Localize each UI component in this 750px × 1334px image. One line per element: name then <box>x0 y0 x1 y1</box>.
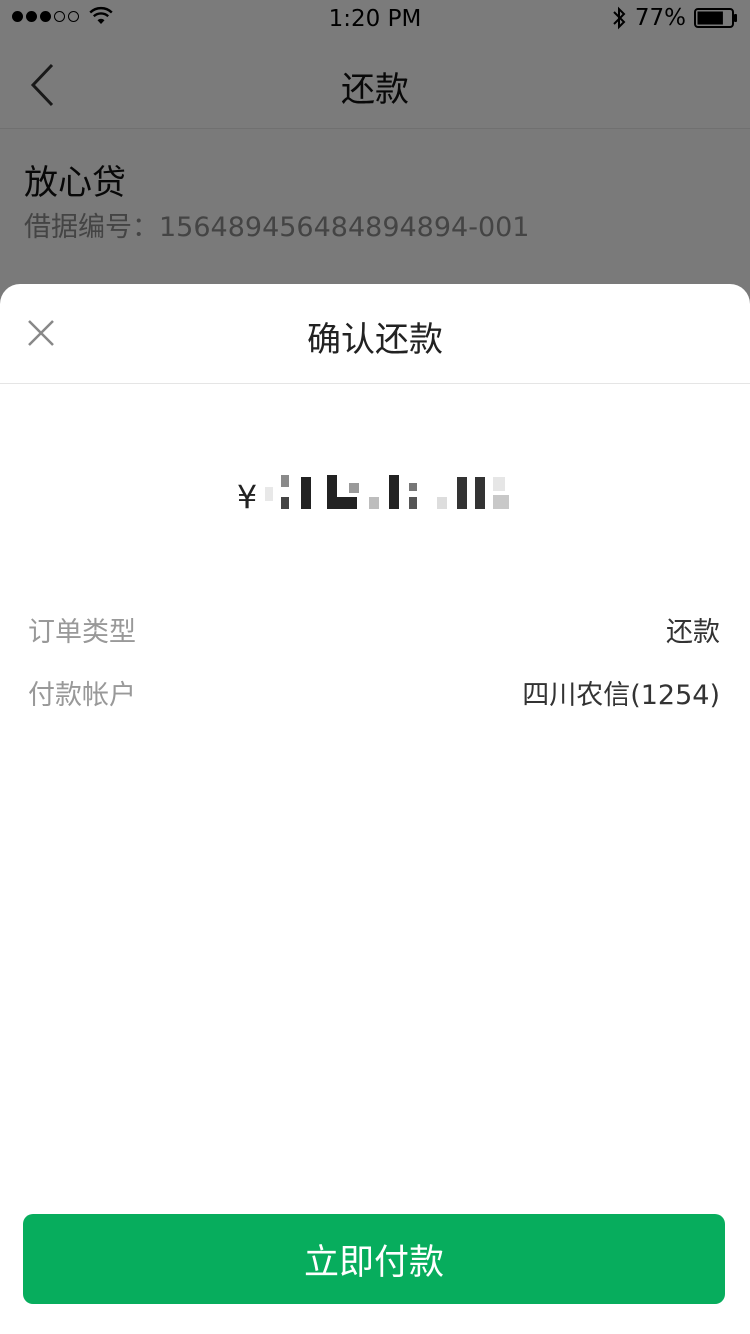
detail-value: 还款 <box>666 617 720 648</box>
sheet-title: 确认还款 <box>307 320 443 360</box>
pay-now-button[interactable]: 立即付款 <box>23 1214 725 1304</box>
sheet-header: 确认还款 <box>0 284 750 384</box>
detail-row-pay-account: 付款帐户 四川农信(1254) <box>28 673 720 713</box>
amount-redacted <box>265 475 510 509</box>
detail-label: 订单类型 <box>28 617 136 648</box>
detail-value: 四川农信(1254) <box>522 680 720 711</box>
currency-symbol: ¥ <box>236 478 258 516</box>
detail-label: 付款帐户 <box>28 680 136 711</box>
screen: 1:20 PM 77% 还款 放心贷 借据编号：1564894564848948… <box>0 0 750 1334</box>
amount-row: ¥ <box>0 462 750 522</box>
confirm-payment-sheet: 确认还款 ¥ 订单类型 还款 付款帐户 四川农信(1254) 立即付款 <box>0 284 750 1334</box>
detail-row-order-type: 订单类型 还款 <box>28 610 720 650</box>
